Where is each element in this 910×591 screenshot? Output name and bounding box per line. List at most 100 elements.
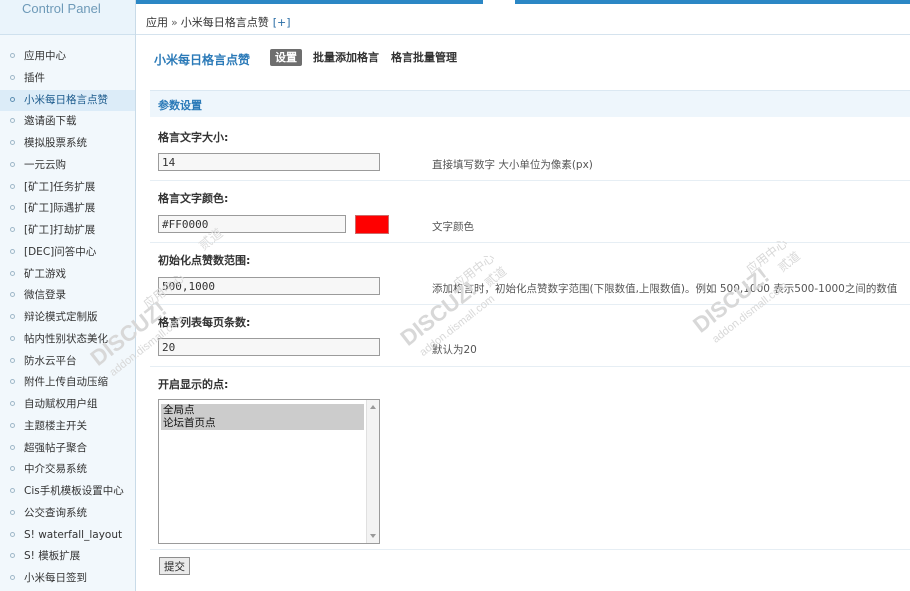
sidebar-item[interactable]: 附件上传自动压缩 [0, 372, 135, 394]
sidebar-item[interactable]: 插件 [0, 68, 135, 90]
bullet-icon [10, 205, 15, 211]
sidebar-item[interactable]: 邀请函下载 [0, 111, 135, 133]
row-divider [150, 366, 910, 367]
sidebar-item[interactable]: S! 模板扩展 [0, 546, 135, 568]
section-header: 参数设置 [150, 90, 910, 117]
font-size-label: 格言文字大小: [158, 131, 229, 144]
sidebar-item-label: [矿工]任务扩展 [24, 180, 96, 193]
sidebar-item[interactable]: 超强帖子聚合 [0, 438, 135, 460]
watermark-logo-icon: DISCUZ! addon.dismall.com 应用中心 贰道 [396, 250, 510, 359]
bullet-icon [10, 292, 15, 298]
bullet-icon [10, 96, 15, 102]
bullet-icon [10, 183, 15, 189]
bullet-icon [10, 248, 15, 254]
row-divider [150, 549, 910, 550]
sidebar-item-label: 中介交易系统 [24, 463, 87, 476]
sidebar-item-label: 附件上传自动压缩 [24, 376, 108, 389]
bullet-icon [10, 466, 15, 472]
like-range-label: 初始化点赞数范围: [158, 254, 251, 267]
bullet-icon [10, 553, 15, 559]
sidebar-item[interactable]: 模拟股票系统 [0, 133, 135, 155]
scroll-down-arrow-icon[interactable] [370, 534, 376, 538]
sidebar-item-label: S! 模板扩展 [24, 550, 81, 563]
sidebar-item-label: [矿工]打劫扩展 [24, 224, 96, 236]
sidebar-item-label: 帖内性别状态美化 [24, 332, 108, 345]
bullet-icon [10, 314, 15, 319]
sidebar-item-label: 公交查询系统 [24, 506, 87, 519]
sidebar-item-label: 小米每日格言点赞 [24, 93, 108, 106]
sidebar-item[interactable]: 微信登录 [0, 285, 135, 307]
sidebar-item-label: 插件 [24, 71, 45, 84]
top-accent-notch [483, 0, 515, 4]
font-size-hint: 直接填写数字 大小单位为像素(px) [432, 159, 593, 171]
sidebar-item[interactable]: 小米每日签到 [0, 568, 135, 590]
sidebar-item[interactable]: 中介交易系统 [0, 459, 135, 481]
bullet-icon [10, 357, 15, 363]
sidebar-item[interactable]: Cis手机模板设置中心 [0, 481, 135, 503]
sidebar-item[interactable]: 公交查询系统 [0, 503, 135, 525]
sidebar-item[interactable]: 一元云购 [0, 155, 135, 177]
row-divider [150, 304, 910, 305]
brand-title: Control Panel [22, 1, 101, 16]
sidebar-item-label: 辩论模式定制版 [24, 311, 98, 323]
like-range-hint: 添加格言时，初始化点赞数字范围(下限数值,上限数值)。例如 500,1000 表… [432, 283, 898, 295]
sidebar-item-label: 防水云平台 [24, 354, 77, 367]
bullet-icon [10, 161, 15, 167]
listbox-option[interactable]: 全局点 [161, 404, 364, 417]
bullet-icon [10, 422, 15, 428]
per-page-input[interactable] [158, 338, 380, 356]
sidebar-item[interactable]: 辩论模式定制版 [0, 307, 135, 329]
sidebar-item[interactable]: [矿工]际遇扩展 [0, 198, 135, 220]
bullet-icon [10, 74, 15, 80]
sidebar-item[interactable]: 主题楼主开关 [0, 416, 135, 438]
sidebar-item-label: 矿工游戏 [24, 267, 66, 280]
sidebar-item-label: S! waterfall_layout [24, 528, 123, 541]
tab-batch-manage[interactable]: 格言批量管理 [387, 49, 461, 66]
submit-button[interactable]: 提交 [159, 557, 190, 575]
bullet-icon [10, 401, 15, 406]
breadcrumb: 应用» 小米每日格言点赞 [+] [146, 14, 291, 30]
sidebar-item-label: 邀请函下载 [24, 115, 77, 128]
font-color-input[interactable] [158, 215, 346, 233]
top-bar: 应用» 小米每日格言点赞 [+] [136, 0, 910, 35]
breadcrumb-root[interactable]: 应用 [146, 16, 168, 29]
listbox-option[interactable]: 论坛首页点 [161, 417, 364, 430]
show-on-label: 开启显示的点: [158, 378, 229, 391]
row-divider [150, 180, 910, 181]
sidebar-item[interactable]: 矿工游戏 [0, 264, 135, 286]
font-size-input[interactable] [158, 153, 380, 171]
sidebar-item[interactable]: 小米每日格言点赞 [0, 89, 135, 112]
plugin-title: 小米每日格言点赞 [154, 53, 251, 67]
sidebar-menu: 应用中心插件小米每日格言点赞 邀请函下载模拟股票系统 一元云购 [矿工]任务扩展 [矿工… [0, 46, 135, 590]
bullet-icon [10, 53, 15, 58]
scroll-up-arrow-icon[interactable] [370, 405, 376, 409]
show-on-listbox[interactable]: 全局点 论坛首页点 [158, 399, 380, 544]
breadcrumb-current: 小米每日格言点赞 [180, 16, 269, 29]
sidebar-item[interactable]: 防水云平台 [0, 351, 135, 373]
color-swatch[interactable] [355, 215, 389, 234]
sidebar-item-label: 微信登录 [24, 289, 66, 302]
sidebar-item-label: 自动赋权用户组 [24, 398, 98, 410]
sidebar-item-label: 应用中心 [24, 50, 66, 62]
sidebar-item[interactable]: 自动赋权用户组 [0, 394, 135, 416]
bullet-icon [10, 379, 15, 385]
bullet-icon [10, 488, 15, 493]
bullet-icon [10, 509, 15, 515]
like-range-input[interactable] [158, 277, 380, 295]
sidebar-item[interactable]: 应用中心 [0, 46, 135, 68]
sidebar: Control Panel 应用中心插件小米每日格言点赞 邀请函下载模拟股票系统一… [0, 0, 136, 591]
bullet-icon [10, 227, 15, 232]
tab-settings[interactable]: 设置 [270, 49, 302, 66]
sidebar-item[interactable]: [矿工]任务扩展 [0, 177, 135, 199]
sidebar-item[interactable]: S! waterfall_layout [0, 525, 135, 547]
sidebar-item[interactable]: [DEC]问答中心 [0, 242, 135, 264]
sidebar-item-label: Cis手机模板设置中心 [24, 485, 124, 497]
add-shortcut-button[interactable]: [+] [273, 16, 291, 29]
sidebar-item[interactable]: 帖内性别状态美化 [0, 329, 135, 351]
listbox-scrollbar[interactable] [366, 400, 379, 543]
tab-batch-add[interactable]: 批量添加格言 [309, 49, 383, 66]
bullet-icon [10, 444, 15, 450]
font-color-label: 格言文字颜色: [158, 192, 229, 205]
sidebar-item[interactable]: [矿工]打劫扩展 [0, 220, 135, 242]
watermark-brand: DISCUZ! [688, 263, 774, 338]
